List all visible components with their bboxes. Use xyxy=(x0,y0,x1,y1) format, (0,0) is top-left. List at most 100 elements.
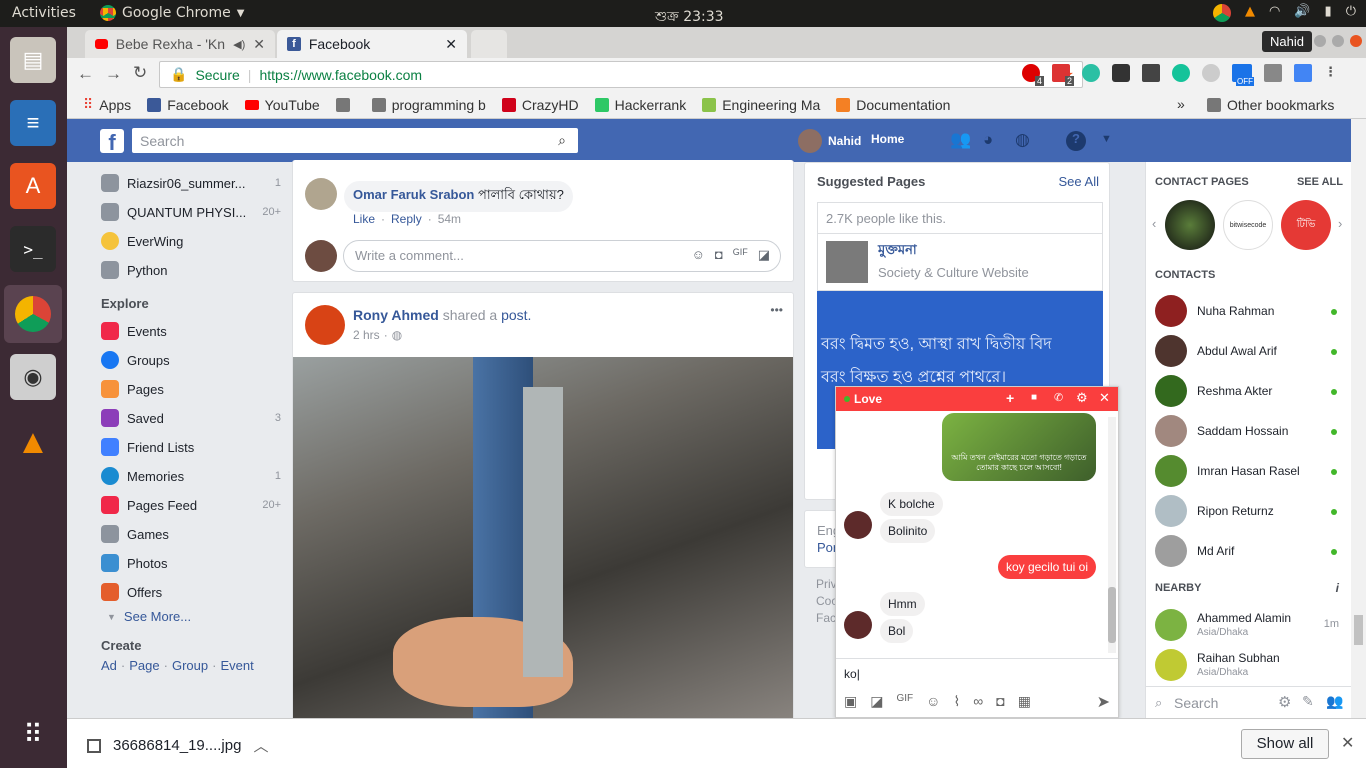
search-icon[interactable]: ⌕ xyxy=(558,132,566,149)
create-ad-link[interactable]: Ad xyxy=(101,658,117,673)
extension-ghost-icon[interactable] xyxy=(1202,64,1220,82)
terminal-icon[interactable]: >_ xyxy=(10,226,56,272)
chat-input[interactable]: ko| xyxy=(836,658,1118,688)
contact-item[interactable]: Abdul Awal Arif xyxy=(1155,334,1351,368)
nav-friend-lists[interactable]: Friend Lists xyxy=(101,438,281,456)
tab-facebook[interactable]: f Facebook ✕ xyxy=(277,30,467,58)
attachment-icon[interactable]: ⌇ xyxy=(953,693,960,710)
extension-m-icon[interactable] xyxy=(1082,64,1100,82)
create-group-link[interactable]: Group xyxy=(172,658,208,673)
nav-everwing[interactable]: EverWing xyxy=(101,232,281,250)
emoji-icon[interactable]: ☺ xyxy=(926,693,940,710)
vlc-icon[interactable]: ▲ xyxy=(10,419,56,465)
scrollbar-thumb[interactable] xyxy=(1108,587,1116,643)
contact-page-thumbnail[interactable]: bitwisecode xyxy=(1223,200,1273,250)
video-call-icon[interactable]: ■ xyxy=(1031,392,1037,403)
friend-requests-icon[interactable]: 👥 xyxy=(950,130,971,150)
translate-icon[interactable] xyxy=(1294,64,1312,82)
compose-icon[interactable]: ✎ xyxy=(1302,693,1314,710)
address-bar[interactable]: 🔒 Secure | https://www.facebook.com ★ xyxy=(159,61,1083,88)
bookmark-crazyhd[interactable]: CrazyHD xyxy=(501,97,579,113)
contact-item[interactable]: Imran Hasan Rasel xyxy=(1155,454,1351,488)
profile-button[interactable]: Nahid xyxy=(1262,31,1312,52)
other-bookmarks[interactable]: Other bookmarks xyxy=(1207,97,1334,113)
see-all-link[interactable]: See All xyxy=(1059,174,1099,189)
write-comment-input[interactable]: Write a comment... ☺ ◘ GIF ◪ xyxy=(343,240,781,272)
bookmark-youtube[interactable]: YouTube xyxy=(244,97,320,113)
writer-icon[interactable]: ≡ xyxy=(10,100,56,146)
notifications-globe-icon[interactable]: ◍ xyxy=(1015,130,1030,150)
contact-item[interactable]: Nuha Rahman xyxy=(1155,294,1351,328)
nav-groups[interactable]: Groups xyxy=(101,351,281,369)
home-link[interactable]: Home xyxy=(871,132,904,146)
maximize-icon[interactable] xyxy=(1332,35,1344,47)
vlc-tray-icon[interactable]: ▲ xyxy=(1245,4,1255,22)
extension-2-icon[interactable]: 2 xyxy=(1052,64,1074,86)
sidebar-search[interactable]: ⌕ Search ⚙ ✎ 👥 xyxy=(1146,686,1351,718)
grammarly-icon[interactable] xyxy=(1172,64,1190,82)
scrollbar-thumb[interactable] xyxy=(1354,615,1363,645)
extension-off-icon[interactable]: OFF xyxy=(1232,64,1254,86)
help-icon[interactable]: ? xyxy=(1066,131,1086,151)
power-icon[interactable]: ⏻ xyxy=(1346,4,1356,22)
contact-item[interactable]: Md Arif xyxy=(1155,534,1351,568)
chat-header[interactable]: Love + ■ ✆ ⚙ ✕ xyxy=(836,387,1118,411)
bookmark-programming[interactable]: programming b xyxy=(371,97,486,113)
files-icon[interactable]: ▤ xyxy=(10,37,56,83)
nav-games[interactable]: Games xyxy=(101,525,281,543)
bookmark-documentation[interactable]: Documentation xyxy=(836,97,950,113)
sticker-icon[interactable]: ◪ xyxy=(870,693,883,710)
contact-item[interactable]: Reshma Akter xyxy=(1155,374,1351,408)
nearby-item[interactable]: Raihan Subhan Asia/Dhaka xyxy=(1155,648,1351,682)
software-center-icon[interactable]: A xyxy=(10,163,56,209)
chrome-dock-icon[interactable] xyxy=(4,285,62,343)
contact-item[interactable]: Saddam Hossain xyxy=(1155,414,1351,448)
extension-x-icon[interactable] xyxy=(1264,64,1282,82)
minimize-icon[interactable] xyxy=(1314,35,1326,47)
chevron-right-icon[interactable]: › xyxy=(1338,216,1342,231)
info-icon[interactable]: i xyxy=(1336,581,1339,595)
create-event-link[interactable]: Event xyxy=(220,658,253,673)
contact-page-thumbnail[interactable] xyxy=(1165,200,1215,250)
link-icon[interactable]: ∞ xyxy=(973,693,983,710)
create-page-link[interactable]: Page xyxy=(129,658,159,673)
contact-item[interactable]: Ripon Returnz xyxy=(1155,494,1351,528)
page-name[interactable]: মুক্তমনা xyxy=(878,241,917,262)
reload-icon[interactable]: ↻ xyxy=(133,63,147,83)
close-icon[interactable]: ✕ xyxy=(1099,390,1110,406)
comment-author[interactable]: Omar Faruk Srabon xyxy=(353,187,474,202)
post-author[interactable]: Rony Ahmed xyxy=(353,307,439,323)
post-options-icon[interactable]: ••• xyxy=(770,303,783,317)
see-more-link[interactable]: ▼ See More... xyxy=(107,609,287,624)
bookmark-apps[interactable]: ⠿ Apps xyxy=(83,96,131,113)
emoji-icon[interactable]: ☺ xyxy=(692,247,705,263)
chevron-up-icon[interactable]: ︿ xyxy=(253,735,268,756)
clock[interactable]: শুক্র 23:33 xyxy=(655,5,724,29)
gear-icon[interactable]: ⚙ xyxy=(1076,390,1088,406)
tab-youtube[interactable]: Bebe Rexha - 'Kn ◀) ✕ xyxy=(85,30,275,58)
nav-python[interactable]: Python xyxy=(101,261,281,279)
avatar[interactable] xyxy=(305,305,345,345)
photo-icon[interactable]: ▣ xyxy=(844,693,857,710)
gif-icon[interactable]: GIF xyxy=(896,693,913,710)
extension-1-icon[interactable]: 4 xyxy=(1022,64,1044,86)
bookmark-facebook[interactable]: Facebook xyxy=(147,97,229,113)
nav-offers[interactable]: Offers xyxy=(101,583,281,601)
nav-pages-feed[interactable]: Pages Feed 20+ xyxy=(101,496,281,514)
post-object-link[interactable]: post. xyxy=(501,307,531,323)
contact-page-thumbnail[interactable]: টিভি xyxy=(1281,200,1331,250)
download-item[interactable]: 36686814_19....jpg ︿ xyxy=(87,735,268,756)
nav-pages[interactable]: Pages xyxy=(101,380,281,398)
show-apps-icon[interactable]: ⠿ xyxy=(10,711,56,757)
sticker-icon[interactable]: ◪ xyxy=(758,247,770,263)
messenger-icon[interactable]: ◕ xyxy=(983,130,993,150)
activities-button[interactable]: Activities xyxy=(12,5,76,21)
volume-icon[interactable]: 🔊 xyxy=(1294,4,1310,22)
bookmark-hackerrank[interactable]: Hackerrank xyxy=(594,97,686,113)
nav-events[interactable]: Events xyxy=(101,322,281,340)
close-icon[interactable]: ✕ xyxy=(253,36,265,53)
chevron-left-icon[interactable]: ‹ xyxy=(1152,216,1156,231)
menu-icon[interactable]: ⋮ xyxy=(1324,64,1337,82)
like-link[interactable]: Like xyxy=(353,212,375,226)
nearby-item[interactable]: Ahammed Alamin Asia/Dhaka 1m xyxy=(1155,608,1351,642)
